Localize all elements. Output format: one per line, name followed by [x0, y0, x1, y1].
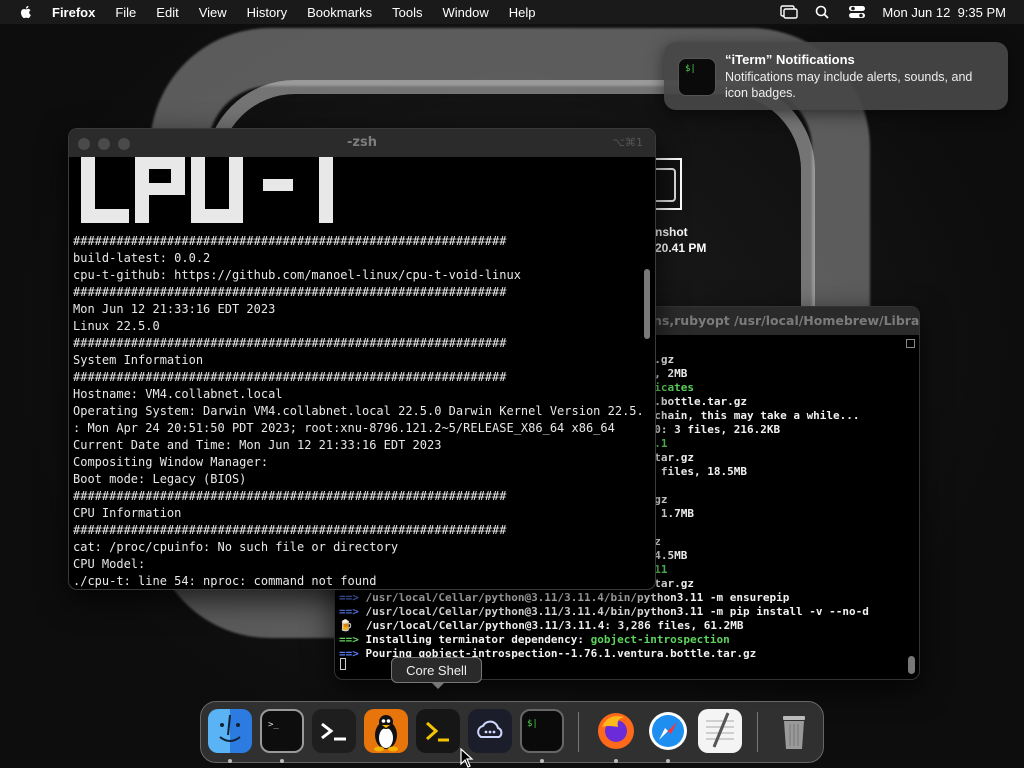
menu-window[interactable]: Window	[443, 5, 489, 20]
menu-edit[interactable]: Edit	[156, 5, 178, 20]
terminal-line: CPU Information	[73, 506, 182, 520]
iterm-app-icon: $|	[678, 58, 716, 96]
mouse-pointer-icon	[460, 748, 474, 768]
terminal-line: ########################################…	[73, 285, 507, 299]
terminal-line: ==> Installing terminator dependency: go…	[339, 633, 730, 646]
dock-tooltip: Core Shell	[391, 657, 482, 689]
menu-tools[interactable]: Tools	[392, 5, 422, 20]
terminal-line: ########################################…	[73, 489, 507, 503]
terminal-line: cpu-t-github: https://github.com/manoel-…	[73, 268, 521, 282]
dock-textedit-icon[interactable]	[698, 709, 742, 753]
notification-body: Notifications may include alerts, sounds…	[725, 70, 973, 100]
terminal-brew-scrollbar[interactable]	[908, 656, 915, 674]
dock-trash-icon[interactable]	[772, 709, 816, 753]
menu-history[interactable]: History	[247, 5, 287, 20]
dock: >_ $|	[200, 701, 824, 763]
dock-cloud-app-icon[interactable]	[468, 709, 512, 753]
menu-view[interactable]: View	[199, 5, 227, 20]
terminal-line: CPU Model:	[73, 557, 146, 571]
terminal-zsh-scrollbar[interactable]	[644, 269, 650, 339]
terminal-line: ==> /usr/local/Cellar/python@3.11/3.11.4…	[339, 591, 790, 604]
menu-app-name[interactable]: Firefox	[52, 5, 95, 20]
menu-file[interactable]: File	[115, 5, 136, 20]
dock-safari-icon[interactable]	[646, 709, 690, 753]
terminal-line: Boot mode: Legacy (BIOS)	[73, 472, 247, 486]
terminal-line: ########################################…	[73, 336, 507, 350]
terminal-line: ########################################…	[73, 523, 507, 537]
spotlight-search-icon[interactable]	[814, 5, 832, 19]
dock-firefox-icon[interactable]	[594, 709, 638, 753]
terminal-line: System Information	[73, 353, 204, 367]
window-shortcut-label: ⌥⌘1	[612, 136, 643, 149]
dock-iterm-icon[interactable]: >_	[260, 709, 304, 753]
dock-tux-icon[interactable]	[364, 709, 408, 753]
terminal-line: ./cpu-t: line 54: nproc: command not fou…	[73, 574, 377, 588]
terminal-zsh-output[interactable]: ########################################…	[73, 157, 643, 589]
dock-core-shell-icon[interactable]	[416, 709, 460, 753]
scroll-up-icon[interactable]	[906, 339, 915, 348]
terminal-line: Hostname: VM4.collabnet.local	[73, 387, 283, 401]
dock-finder-icon[interactable]	[208, 709, 252, 753]
terminal-line: ==> /usr/local/Cellar/python@3.11/3.11.4…	[339, 605, 869, 618]
menu-bookmarks[interactable]: Bookmarks	[307, 5, 372, 20]
terminal-line: Linux 22.5.0	[73, 319, 160, 333]
terminal-line: Compositing Window Manager:	[73, 455, 269, 469]
terminal-line: Operating System: Darwin VM4.collabnet.l…	[73, 404, 643, 418]
notification-title: “iTerm” Notifications	[725, 52, 855, 67]
apple-icon[interactable]	[18, 4, 34, 20]
terminal-line: ########################################…	[73, 234, 507, 248]
terminal-line: cat: /proc/cpuinfo: No such file or dire…	[73, 540, 399, 554]
screen-mirroring-icon[interactable]	[780, 5, 799, 19]
terminal-zsh-title: -zsh	[347, 135, 377, 150]
svg-text:$|: $|	[527, 719, 538, 729]
terminal-line: Mon Jun 12 21:33:16 EDT 2023	[73, 302, 276, 316]
menu-help[interactable]: Help	[509, 5, 536, 20]
menubar-clock[interactable]: Mon Jun 12 9:35 PM	[882, 5, 1006, 20]
dock-terminal-icon[interactable]	[312, 709, 356, 753]
terminal-line: Current Date and Time: Mon Jun 12 21:33:…	[73, 438, 442, 452]
terminal-cursor	[340, 658, 346, 670]
terminal-line: build-latest: 0.0.2	[73, 251, 211, 265]
iterm-notification[interactable]: $| “iTerm” Notifications Notifications m…	[664, 42, 1008, 110]
ascii-art-banner	[73, 157, 643, 233]
menu-bar: Firefox File Edit View History Bookmarks…	[0, 0, 1024, 24]
terminal-window-zsh[interactable]: -zsh ⌥⌘1 ###############################…	[68, 128, 656, 590]
svg-text:>_: >_	[268, 720, 279, 730]
screenshot-file-label[interactable]: nshot 20.41 PM	[655, 224, 706, 256]
terminal-line: ########################################…	[73, 370, 507, 384]
terminal-zsh-titlebar[interactable]: -zsh ⌥⌘1	[69, 129, 655, 157]
terminal-line: : Mon Apr 24 20:51:50 PDT 2023; root:xnu…	[73, 421, 615, 435]
control-center-icon[interactable]	[848, 5, 866, 19]
terminal-line: 🍺 /usr/local/Cellar/python@3.11/3.11.4: …	[339, 619, 744, 632]
dock-iterm2-icon[interactable]: $|	[520, 709, 564, 753]
